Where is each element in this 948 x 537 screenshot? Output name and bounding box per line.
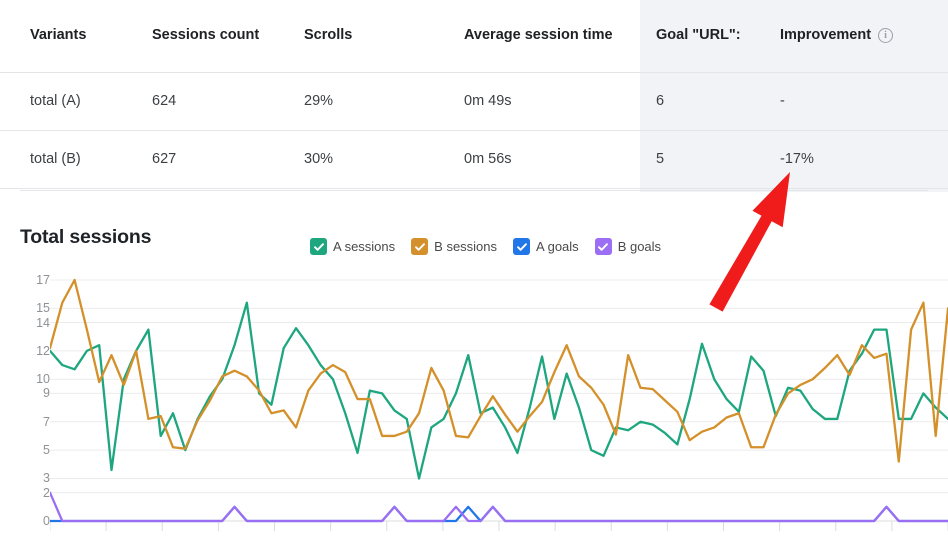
- column-header-variants[interactable]: Variants: [0, 0, 152, 72]
- legend-item-label: A sessions: [333, 239, 396, 254]
- column-header-scrolls-label: Scrolls: [304, 27, 353, 44]
- y-axis-tick-label: 10: [36, 372, 50, 387]
- cell-sessions-a: 624: [152, 93, 177, 109]
- table-row[interactable]: total (A) 624 29% 0m 49s 6 -: [0, 72, 948, 130]
- cell-avgtime-b: 0m 56s: [464, 151, 512, 167]
- variants-table: Variants Sessions count Scrolls Average …: [0, 0, 948, 189]
- chart-series-b-sessions: [50, 278, 948, 463]
- ab-test-results-page: Variants Sessions count Scrolls Average …: [0, 0, 948, 537]
- chart-title: Total sessions: [20, 226, 152, 248]
- y-axis-tick-label: 7: [43, 414, 50, 429]
- chart-plot-area: 17 15 14 12 10 9 7 5 3 2 0: [0, 273, 948, 537]
- y-axis-tick-label: 0: [43, 514, 50, 528]
- chart-series-b-goals: [50, 491, 948, 523]
- legend-item-label: A goals: [536, 239, 579, 254]
- column-header-sessions-count-label: Sessions count: [152, 27, 260, 44]
- cell-scrolls-b: 30%: [304, 151, 334, 167]
- column-header-goal-url-label: Goal "URL":: [656, 27, 741, 44]
- column-header-average-session-time-label: Average session time: [464, 27, 613, 44]
- y-axis-tick-label: 14: [36, 315, 50, 330]
- y-axis-tick-label: 17: [36, 273, 50, 287]
- y-axis-tick-label: 9: [43, 386, 50, 401]
- column-header-improvement[interactable]: Improvement i: [780, 0, 948, 72]
- legend-item-label: B goals: [617, 239, 662, 254]
- cell-improvement-a: -: [780, 93, 785, 109]
- chart-series-a-sessions: [50, 301, 948, 480]
- results-summary-table: Variants Sessions count Scrolls Average …: [0, 0, 948, 193]
- table-divider-middle: [20, 130, 928, 131]
- column-header-sessions-count[interactable]: Sessions count: [152, 0, 304, 72]
- column-header-scrolls[interactable]: Scrolls: [304, 0, 464, 72]
- checkbox-checked-icon[interactable]: [594, 238, 612, 255]
- legend-item-a-goals[interactable]: A goals: [513, 238, 579, 255]
- checkbox-checked-icon[interactable]: [513, 238, 531, 255]
- table-header-row: Variants Sessions count Scrolls Average …: [0, 0, 948, 72]
- checkbox-checked-icon[interactable]: [411, 238, 429, 255]
- table-header: Variants Sessions count Scrolls Average …: [0, 0, 948, 72]
- cell-variant-a: total (A): [30, 93, 81, 109]
- table-divider-top: [20, 72, 928, 73]
- legend-item-a-sessions[interactable]: A sessions: [310, 238, 395, 255]
- column-header-improvement-inner: Improvement i: [780, 26, 948, 45]
- cell-variant-b: total (B): [30, 151, 81, 167]
- chart-y-axis: 17 15 14 12 10 9 7 5 3 2 0: [0, 273, 50, 537]
- legend-item-b-sessions[interactable]: B sessions: [411, 238, 497, 255]
- y-axis-tick-label: 12: [36, 343, 50, 358]
- column-header-variants-label: Variants: [30, 27, 87, 44]
- info-icon[interactable]: i: [878, 28, 894, 44]
- chart-legend: A sessions B sessions A goals B goals: [310, 238, 661, 255]
- table-row[interactable]: total (B) 627 30% 0m 56s 5 -17%: [0, 130, 948, 188]
- cell-improvement-b: -17%: [780, 151, 814, 167]
- y-axis-tick-label: 5: [43, 443, 50, 458]
- column-header-improvement-label: Improvement: [780, 27, 872, 44]
- total-sessions-chart-section: Total sessions A sessions B sessions A goa…: [0, 193, 948, 537]
- column-header-goal-url[interactable]: Goal "URL":: [640, 0, 780, 72]
- cell-goal-a: 6: [656, 93, 665, 109]
- column-header-average-session-time[interactable]: Average session time: [464, 0, 640, 72]
- legend-item-b-goals[interactable]: B goals: [594, 238, 662, 255]
- cell-sessions-b: 627: [152, 151, 177, 167]
- cell-scrolls-a: 29%: [304, 93, 334, 109]
- legend-item-label: B sessions: [434, 239, 498, 254]
- y-axis-tick-label: 2: [43, 485, 50, 500]
- chart-canvas[interactable]: [50, 275, 948, 537]
- checkbox-checked-icon[interactable]: [310, 238, 327, 255]
- table-divider-bottom: [20, 190, 928, 191]
- cell-goal-b: 5: [656, 151, 665, 167]
- y-axis-tick-label: 15: [36, 301, 50, 316]
- y-axis-tick-label: 3: [43, 471, 50, 486]
- cell-avgtime-a: 0m 49s: [464, 93, 512, 109]
